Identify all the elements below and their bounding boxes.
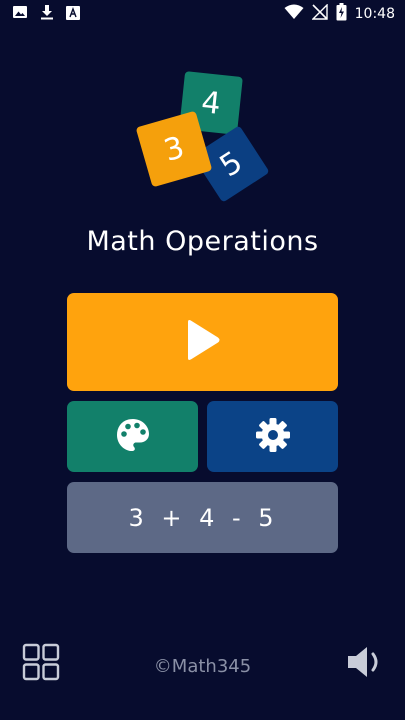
image-icon (12, 4, 28, 24)
app-title: Math Operations (86, 226, 319, 257)
sound-toggle-button[interactable] (344, 642, 384, 682)
status-bar: 10:48 (0, 0, 405, 28)
palette-icon (115, 417, 151, 457)
theme-button[interactable] (67, 401, 198, 472)
equation-label: 3 + 4 - 5 (128, 503, 277, 532)
equation-button[interactable]: 3 + 4 - 5 (67, 482, 338, 553)
settings-button[interactable] (207, 401, 338, 472)
gear-icon (255, 417, 291, 457)
app-logo: 4 5 3 (135, 70, 270, 210)
play-button[interactable] (67, 293, 338, 391)
speaker-icon (344, 647, 384, 686)
no-signal-icon (310, 3, 328, 24)
wifi-icon (284, 4, 304, 24)
battery-charging-icon (336, 3, 347, 25)
play-icon (185, 319, 221, 365)
font-icon (66, 5, 80, 24)
status-left (12, 4, 80, 24)
download-icon (40, 4, 54, 24)
status-right: 10:48 (284, 3, 395, 25)
status-clock: 10:48 (354, 6, 395, 22)
